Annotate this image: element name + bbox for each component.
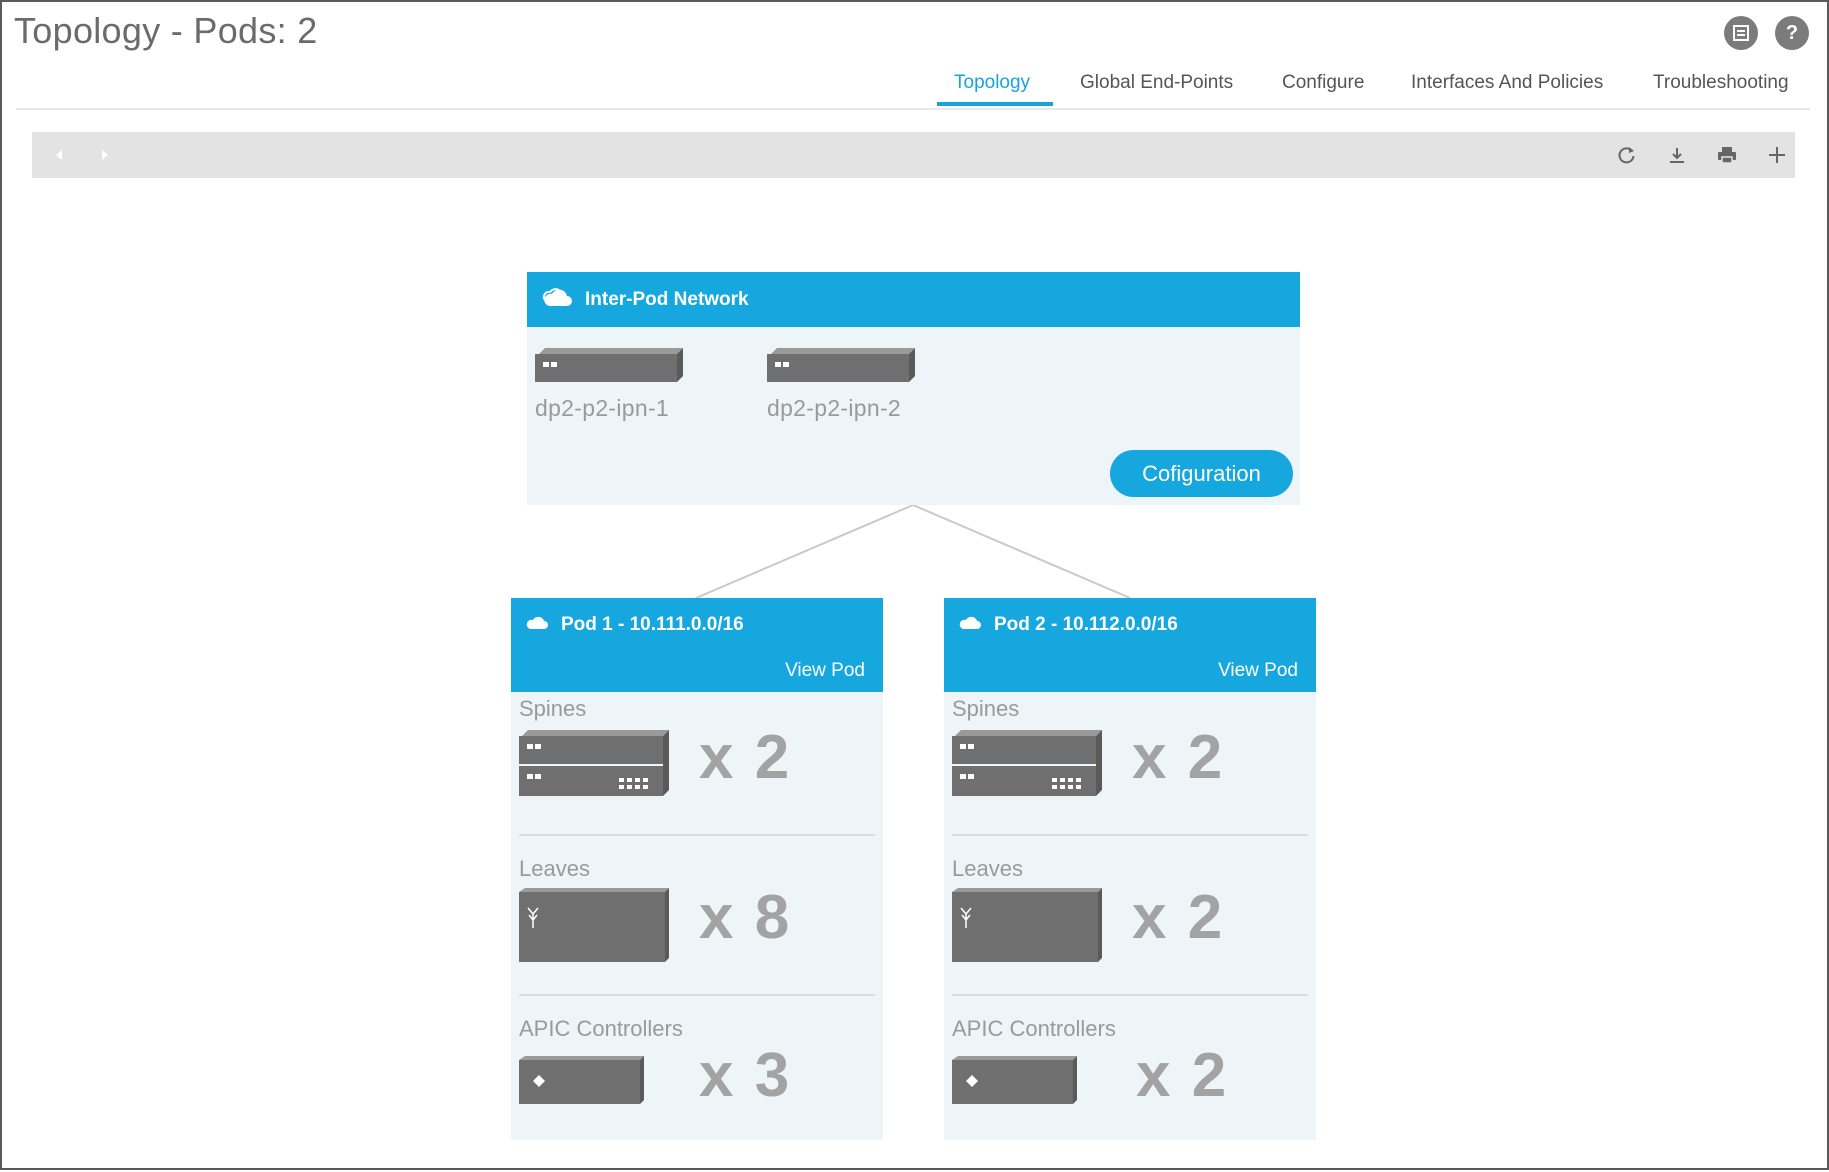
leaves-count: x 8 <box>699 883 792 952</box>
configuration-button[interactable]: Cofiguration <box>1110 450 1293 497</box>
list-view-icon[interactable] <box>1724 16 1758 50</box>
tab-troubleshooting[interactable]: Troubleshooting <box>1653 72 1789 94</box>
apic-count: x 3 <box>699 1041 792 1110</box>
add-icon[interactable] <box>1757 132 1797 178</box>
ipn-node[interactable]: dp2-p2-ipn-1 <box>535 348 683 422</box>
help-icon[interactable]: ? <box>1775 16 1809 50</box>
spines-count: x 2 <box>699 723 792 792</box>
ipn-header: Inter-Pod Network <box>527 272 1300 327</box>
leaves-section[interactable]: Leaves x 8 <box>519 856 875 962</box>
pod-title-text: Pod 2 - 10.112.0.0/16 <box>994 614 1178 635</box>
tab-global-end-points[interactable]: Global End-Points <box>1080 72 1233 94</box>
apic-controller-icon <box>952 1056 1077 1104</box>
cloud-icon <box>958 614 982 636</box>
tab-configure[interactable]: Configure <box>1282 72 1364 94</box>
spines-count: x 2 <box>1132 723 1225 792</box>
back-arrow-icon[interactable] <box>42 132 76 178</box>
spine-switch-icon <box>952 730 1102 796</box>
spines-section[interactable]: Spines x 2 <box>519 696 875 796</box>
leaves-label: Leaves <box>519 856 590 881</box>
cloud-icon <box>541 286 573 314</box>
leaf-switch-icon <box>952 888 1102 962</box>
pod-title: Pod 2 - 10.112.0.0/16 <box>958 614 1178 636</box>
spines-label: Spines <box>519 696 587 721</box>
tab-topology[interactable]: Topology <box>954 72 1030 94</box>
section-divider <box>952 834 1308 836</box>
topology-window: Topology - Pods: 2 ? Topology Global End… <box>0 0 1829 1170</box>
forward-arrow-icon[interactable] <box>88 132 122 178</box>
apic-controller-icon <box>519 1056 644 1104</box>
spines-section[interactable]: Spines x 2 <box>952 696 1308 796</box>
ipn-node[interactable]: dp2-p2-ipn-2 <box>767 348 915 422</box>
refresh-icon[interactable] <box>1607 132 1647 178</box>
pod-title: Pod 1 - 10.111.0.0/16 <box>525 614 744 636</box>
section-divider <box>519 834 875 836</box>
apic-count: x 2 <box>1136 1041 1229 1110</box>
tab-interfaces-and-policies[interactable]: Interfaces And Policies <box>1411 72 1603 94</box>
spine-switch-icon <box>519 730 669 796</box>
leaves-count: x 2 <box>1132 883 1225 952</box>
leaves-section[interactable]: Leaves x 2 <box>952 856 1308 962</box>
section-divider <box>519 994 875 996</box>
page-title: Topology - Pods: 2 <box>14 10 318 51</box>
pod-card: Pod 2 - 10.112.0.0/16 View Pod Spines x … <box>944 598 1316 1140</box>
pod-header: Pod 2 - 10.112.0.0/16 View Pod <box>944 598 1316 692</box>
download-icon[interactable] <box>1657 132 1697 178</box>
switch-icon <box>535 348 683 382</box>
list-glyph-icon <box>1733 25 1749 41</box>
spines-label: Spines <box>952 696 1020 721</box>
apic-label: APIC Controllers <box>952 1016 1116 1041</box>
leaves-label: Leaves <box>952 856 1023 881</box>
active-tab-indicator <box>937 102 1053 106</box>
ipn-node-label: dp2-p2-ipn-2 <box>767 395 902 421</box>
print-icon[interactable] <box>1707 132 1747 178</box>
tabs-divider <box>16 108 1810 110</box>
topology-toolbar <box>32 132 1795 178</box>
section-divider <box>952 994 1308 996</box>
leaf-switch-icon <box>519 888 669 962</box>
apic-section[interactable]: APIC Controllers x 2 <box>952 1016 1308 1110</box>
view-pod-link[interactable]: View Pod <box>1218 660 1298 682</box>
inter-pod-network-panel: Inter-Pod Network dp2-p2-ipn-1 dp2-p2-ip… <box>527 272 1300 505</box>
apic-section[interactable]: APIC Controllers x 3 <box>519 1016 875 1110</box>
pod-card: Pod 1 - 10.111.0.0/16 View Pod Spines x … <box>511 598 883 1140</box>
switch-icon <box>767 348 915 382</box>
pod-header: Pod 1 - 10.111.0.0/16 View Pod <box>511 598 883 692</box>
apic-label: APIC Controllers <box>519 1016 683 1041</box>
ipn-title: Inter-Pod Network <box>585 288 749 310</box>
ipn-node-label: dp2-p2-ipn-1 <box>535 395 670 421</box>
view-pod-link[interactable]: View Pod <box>785 660 865 682</box>
tab-bar: Topology Global End-Points Configure Int… <box>2 62 1827 110</box>
cloud-icon <box>525 614 549 636</box>
pod-title-text: Pod 1 - 10.111.0.0/16 <box>561 614 744 635</box>
